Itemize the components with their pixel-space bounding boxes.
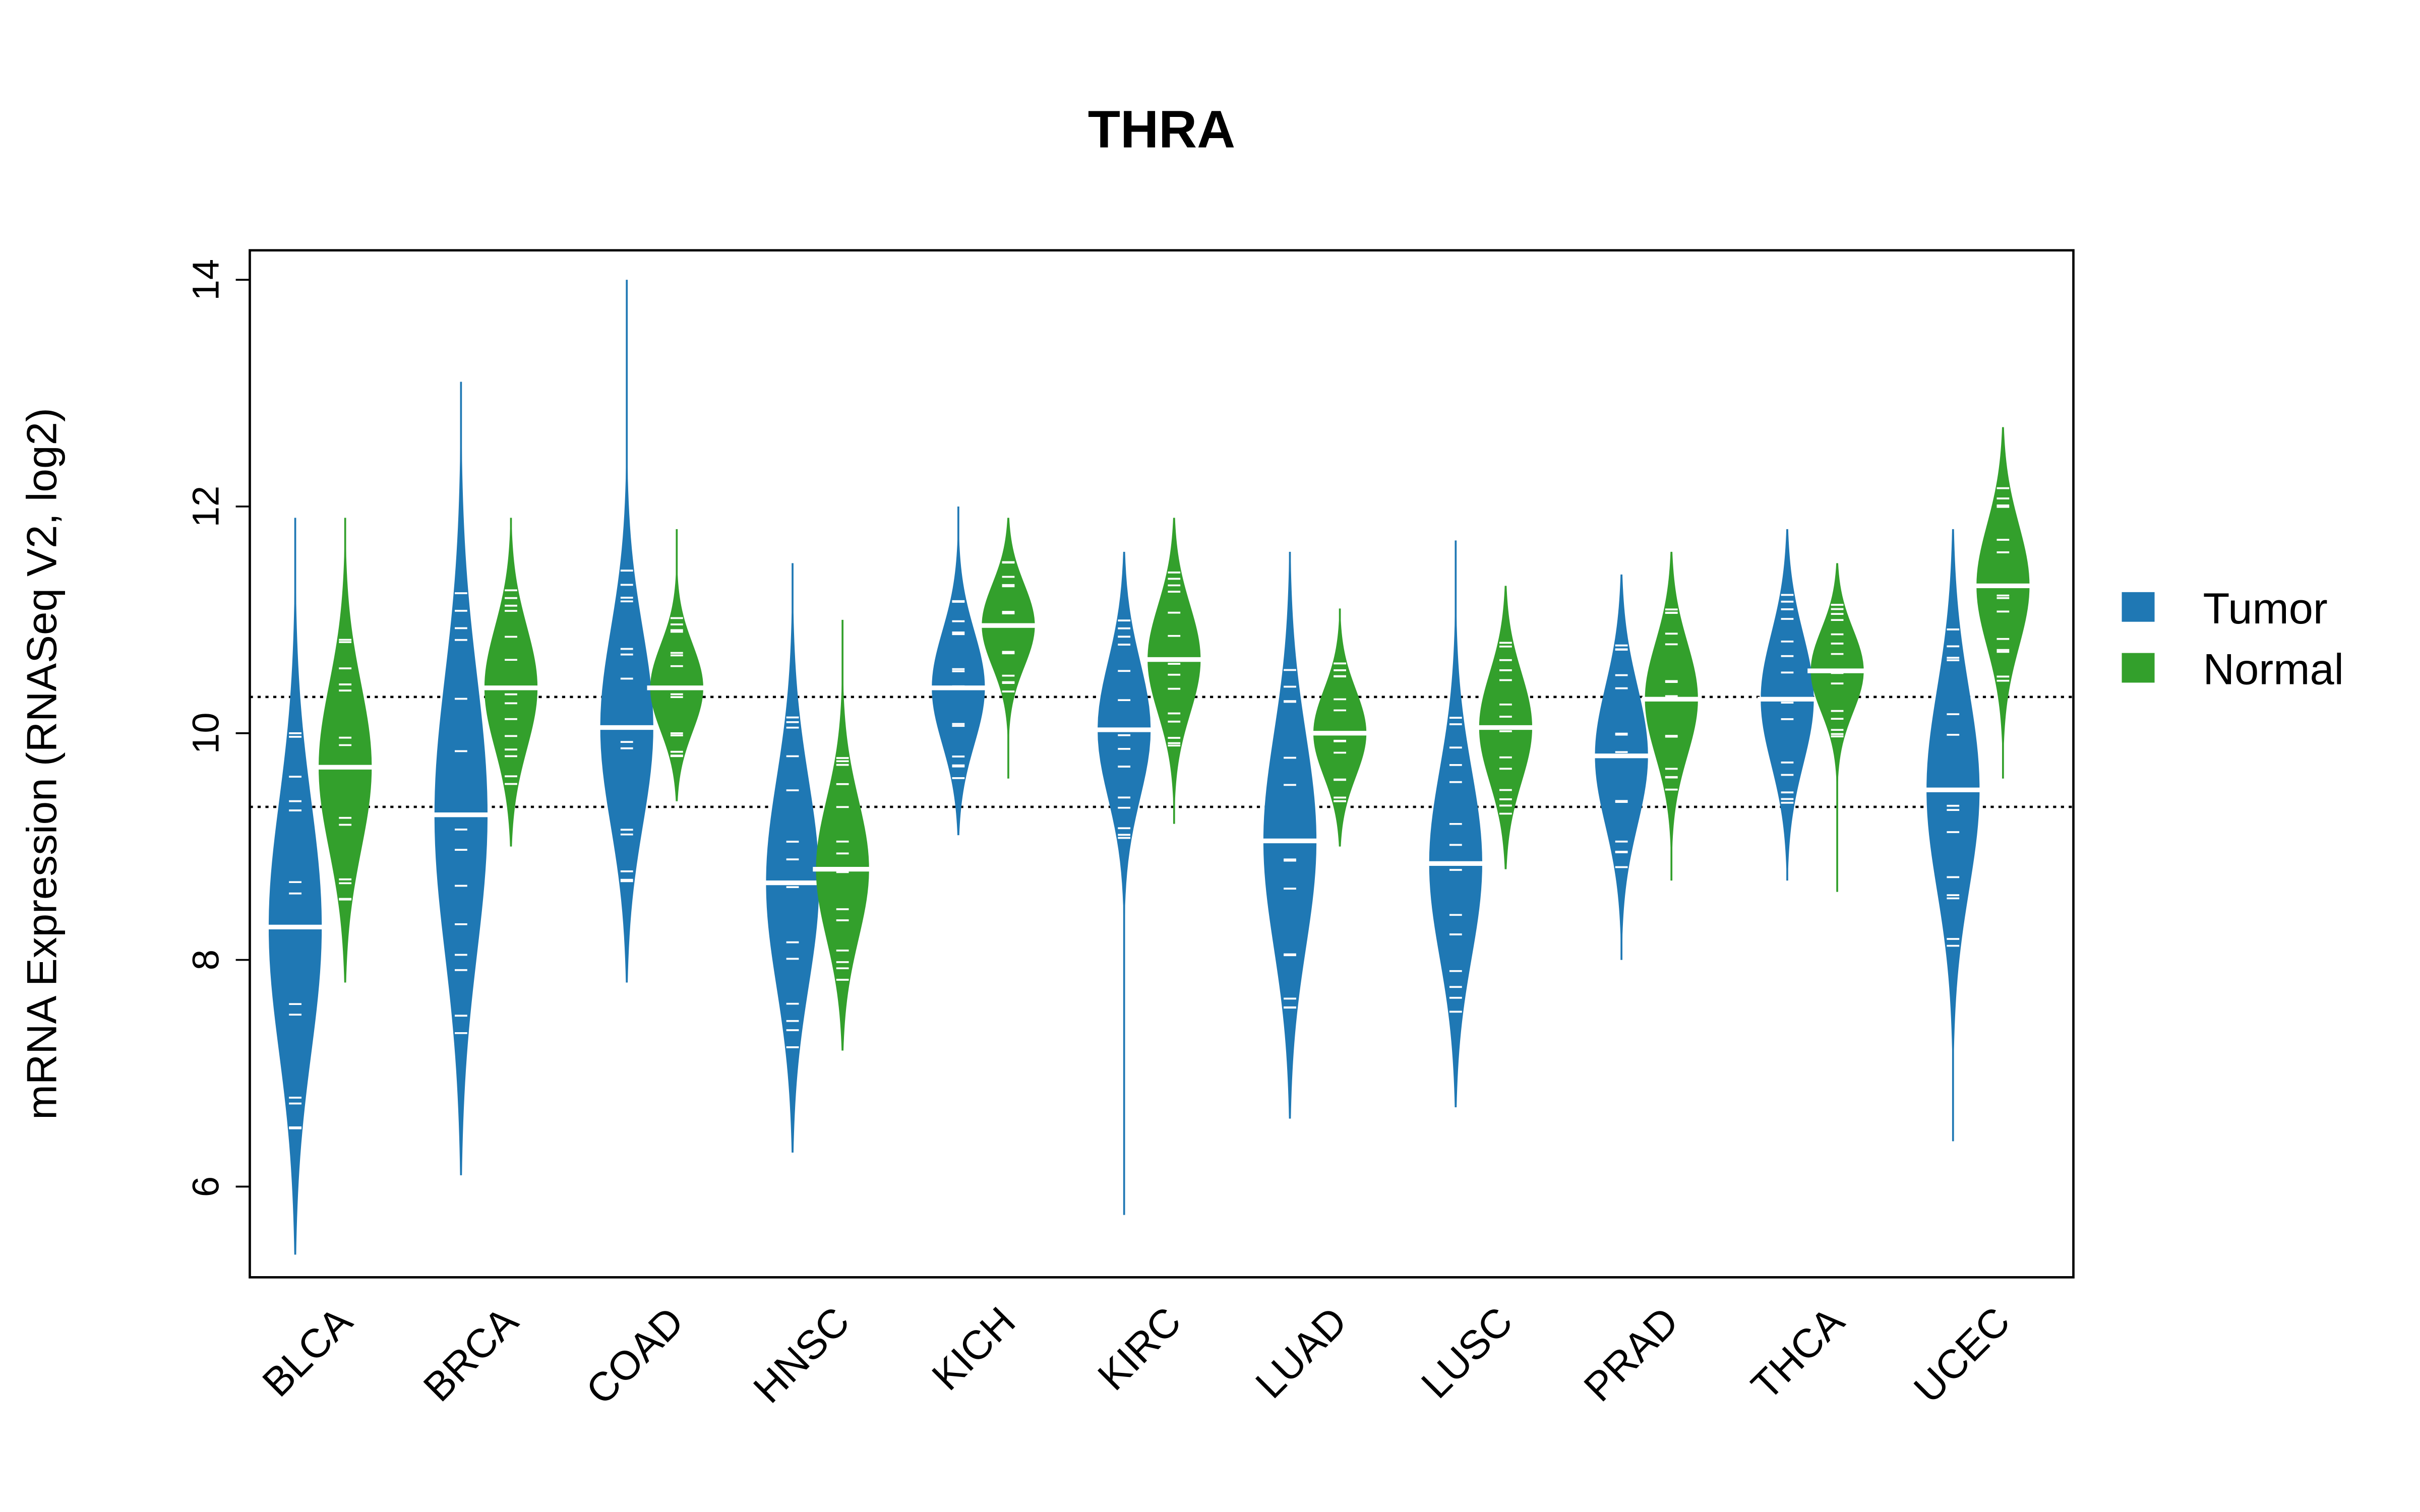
legend-swatch-tumor: [2122, 592, 2155, 622]
bean-tumor-thca: [1761, 529, 1814, 881]
bean-tumor-blca: [268, 518, 322, 1255]
legend: Tumor Normal: [2122, 585, 2344, 694]
x-tick-label-lusc: LUSC: [1413, 1298, 1521, 1407]
x-tick-label-blca: BLCA: [254, 1298, 361, 1406]
x-tick-label-kich: KICH: [924, 1298, 1024, 1399]
x-tick-label-luad: LUAD: [1247, 1298, 1355, 1407]
y-tick-label: 8: [185, 950, 227, 970]
legend-label-tumor: Tumor: [2203, 585, 2328, 633]
bean-tumor-brca: [434, 382, 488, 1175]
bean-normal-blca: [319, 518, 372, 983]
x-tick-label-ucec: UCEC: [1905, 1298, 2019, 1412]
plot-area: [250, 280, 2074, 1255]
y-tick-label: 14: [185, 259, 227, 301]
bean-normal-kirc: [1147, 518, 1201, 824]
chart-title: THRA: [1088, 100, 1235, 159]
y-tick-label: 12: [185, 486, 227, 528]
x-tick-label-kirc: KIRC: [1089, 1298, 1190, 1399]
beanplot-chart: THRA mRNA Expression (RNASeq V2, log2) 6…: [18, 100, 2344, 1413]
bean-normal-kich: [982, 518, 1035, 779]
bean-normal-luad: [1313, 608, 1367, 847]
bean-normal-coad: [650, 529, 703, 801]
bean-normal-thca: [1810, 563, 1864, 892]
legend-swatch-normal: [2122, 653, 2155, 683]
x-tick-label-thca: THCA: [1743, 1298, 1853, 1409]
x-tick-label-brca: BRCA: [415, 1298, 527, 1410]
x-tick-label-coad: COAD: [578, 1298, 693, 1413]
y-tick-label: 10: [185, 712, 227, 754]
bean-normal-prad: [1645, 551, 1698, 881]
bean-tumor-prad: [1595, 574, 1648, 960]
bean-normal-brca: [484, 518, 538, 847]
bean-normal-ucec: [1976, 427, 2030, 779]
bean-normal-hnsc: [816, 619, 869, 1051]
x-tick-label-hnsc: HNSC: [745, 1298, 859, 1412]
bean-tumor-kirc: [1098, 551, 1151, 1215]
y-tick-label: 6: [185, 1176, 227, 1197]
bean-tumor-coad: [600, 280, 653, 983]
bean-tumor-luad: [1263, 551, 1317, 1119]
bean-tumor-ucec: [1926, 529, 1980, 1142]
y-axis-label: mRNA Expression (RNASeq V2, log2): [18, 408, 65, 1120]
x-tick-label-prad: PRAD: [1576, 1298, 1687, 1410]
bean-tumor-hnsc: [766, 563, 819, 1153]
legend-label-normal: Normal: [2203, 646, 2344, 694]
